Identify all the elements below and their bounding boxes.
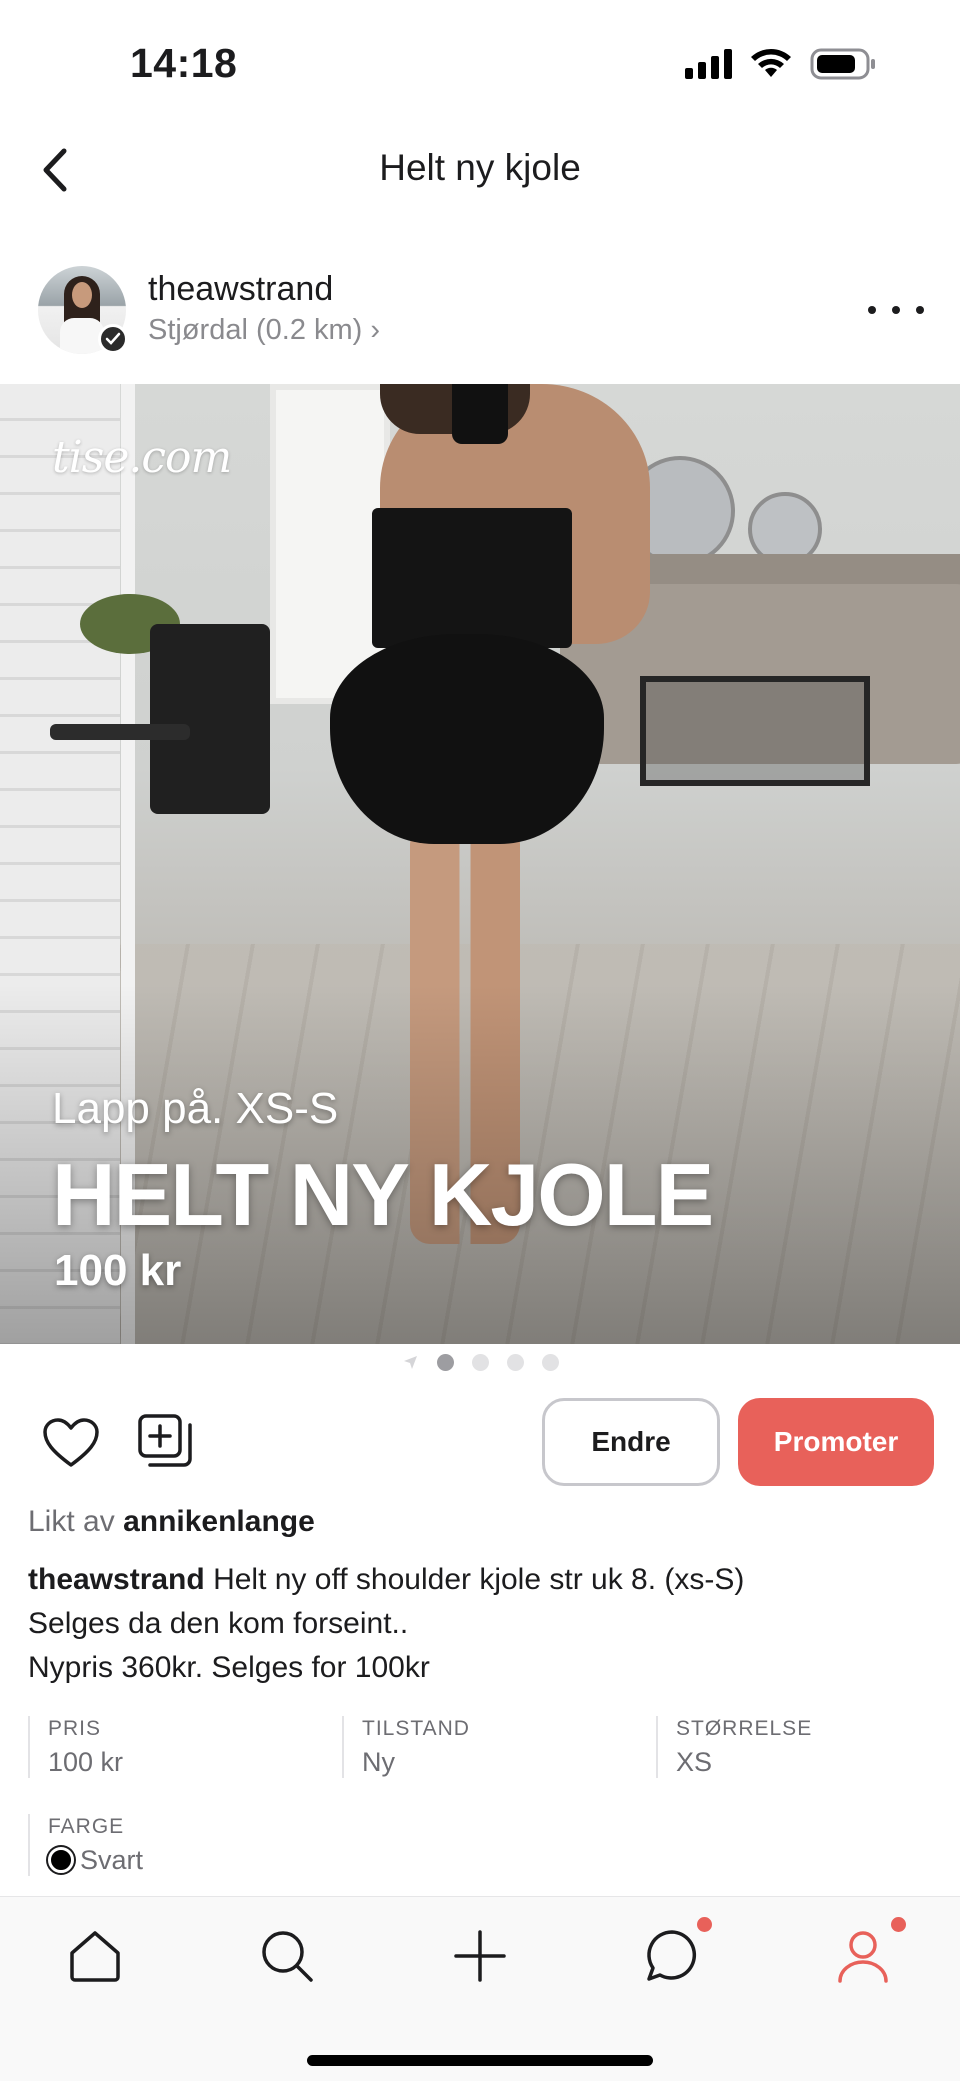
action-row: Endre Promoter [0, 1396, 960, 1488]
description-line-3: Nypris 360kr. Selges for 100kr [28, 1651, 430, 1684]
pager-dot[interactable] [471, 1353, 489, 1371]
wifi-icon [751, 49, 791, 77]
tab-add-listing[interactable] [445, 1921, 515, 1991]
photo-pager [0, 1350, 960, 1374]
nav-bar: Helt ny kjole [0, 130, 960, 210]
page-title: Helt ny kjole [379, 147, 581, 188]
home-icon [70, 1931, 120, 1982]
color-name: Svart [80, 1845, 144, 1875]
plus-icon [454, 1930, 506, 1982]
location-arrow-icon [402, 1354, 419, 1371]
liked-by-user[interactable]: annikenlange [123, 1505, 315, 1538]
seller-location[interactable]: Stjørdal (0.2 km) › [148, 314, 380, 347]
attribute-size: STØRRELSE XS [656, 1716, 812, 1778]
description-line-1: theawstrand Helt ny off shoulder kjole s… [28, 1563, 745, 1596]
app-screen: 14:18 Helt ny kjole theawstrand Stjørdal… [0, 0, 960, 2081]
status-icons [685, 48, 876, 80]
photo-overlay-price: 100 kr [54, 1246, 182, 1295]
heart-icon [43, 1418, 99, 1467]
attribute-label: FARGE [48, 1815, 125, 1838]
photo-overlay-title: HELT NY KJOLE [52, 1145, 714, 1244]
pager-dot[interactable] [506, 1353, 524, 1371]
status-bar: 14:18 [0, 0, 960, 130]
tab-bar [0, 1896, 960, 2081]
pager-dot[interactable] [436, 1353, 454, 1371]
attribute-condition: TILSTAND Ny [342, 1716, 470, 1778]
status-time: 14:18 [130, 40, 238, 86]
cellular-signal-icon [685, 49, 732, 79]
tab-search[interactable] [252, 1921, 322, 1991]
liked-by-prefix: Likt av [28, 1505, 115, 1538]
description-author[interactable]: theawstrand [28, 1563, 205, 1596]
more-dot-icon [868, 306, 876, 314]
color-swatch [48, 1847, 74, 1873]
photo-overlay-subtitle: Lapp på. XS-S [52, 1084, 339, 1133]
save-to-collection-button[interactable] [134, 1410, 196, 1472]
liked-by[interactable]: Likt av annikenlange [28, 1505, 315, 1539]
location-text: Stjørdal (0.2 km) [148, 314, 363, 346]
attribute-label: TILSTAND [362, 1717, 470, 1740]
home-indicator [307, 2055, 653, 2066]
product-photo[interactable]: tise.com Lapp på. XS-S HELT NY KJOLE 100… [0, 384, 960, 1344]
description-line-2: Selges da den kom forseint.. [28, 1607, 409, 1640]
attribute-value: XS [676, 1747, 713, 1777]
notification-badge [697, 1917, 712, 1932]
attribute-label: PRIS [48, 1717, 102, 1740]
attribute-value: 100 kr [48, 1747, 124, 1777]
add-to-collection-icon [138, 1414, 192, 1467]
chat-icon [647, 1930, 697, 1981]
attribute-value: Svart [48, 1840, 143, 1880]
attribute-price: PRIS 100 kr [28, 1716, 123, 1778]
tab-home[interactable] [60, 1921, 130, 1991]
like-button[interactable] [40, 1412, 102, 1474]
attribute-label: STØRRELSE [676, 1717, 813, 1740]
search-icon [262, 1931, 313, 1982]
edit-button[interactable]: Endre [542, 1398, 720, 1486]
listing-description: theawstrand Helt ny off shoulder kjole s… [28, 1558, 928, 1690]
tab-messages[interactable] [637, 1917, 712, 1991]
battery-icon [810, 48, 875, 80]
more-options-button[interactable] [868, 290, 924, 330]
attribute-value: Ny [362, 1747, 395, 1777]
attribute-color: FARGE Svart [28, 1814, 143, 1876]
tise-watermark: tise.com [52, 432, 232, 483]
promote-button[interactable]: Promoter [738, 1398, 934, 1486]
chevron-right-icon: › [370, 314, 381, 346]
pager-dot[interactable] [541, 1353, 559, 1371]
profile-icon [838, 1931, 888, 1983]
notification-badge [891, 1917, 906, 1932]
tab-profile[interactable] [828, 1917, 906, 1991]
seller-username[interactable]: theawstrand [148, 270, 333, 309]
verified-badge-icon [98, 324, 128, 354]
seller-header: theawstrand Stjørdal (0.2 km) › [0, 260, 960, 384]
